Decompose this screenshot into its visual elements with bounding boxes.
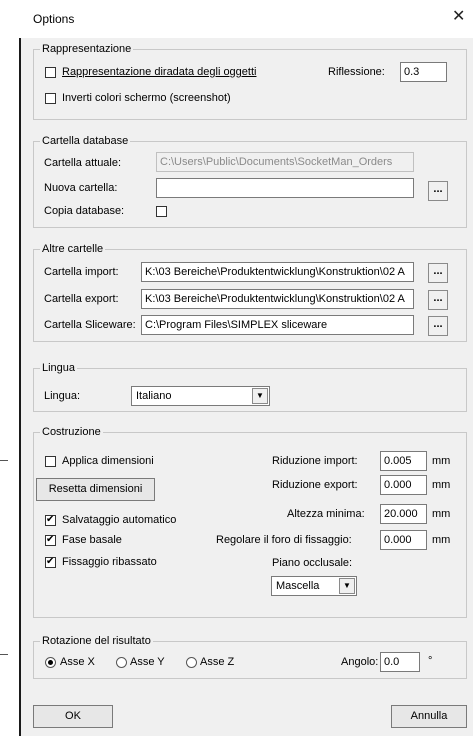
edge-tick <box>0 654 8 655</box>
riduzione-import-input[interactable]: 0.005 <box>380 451 427 471</box>
browse-import-button[interactable]: ... <box>428 263 448 283</box>
applica-dimensioni-label: Applica dimensioni <box>62 455 154 467</box>
group-legend: Cartella database <box>40 135 131 148</box>
unit-mm: mm <box>432 479 451 491</box>
ok-button[interactable]: OK <box>33 705 113 728</box>
fase-basale-label: Fase basale <box>62 534 122 546</box>
checkbox-inverti-colori[interactable] <box>45 93 56 104</box>
group-legend: Lingua <box>40 362 78 375</box>
radio-asse-x[interactable] <box>45 657 56 668</box>
riduzione-export-input[interactable]: 0.000 <box>380 475 427 495</box>
checkbox-applica-dimensioni[interactable] <box>45 456 56 467</box>
checkbox-fase-basale[interactable] <box>45 534 56 546</box>
group-rappresentazione: Rappresentazione <box>33 43 467 120</box>
checkbox-label-diradata: Rappresentazione diradata degli oggetti <box>62 66 257 78</box>
resetta-dimensioni-button[interactable]: Resetta dimensioni <box>36 478 155 501</box>
checkbox-copia-database[interactable] <box>156 206 167 217</box>
piano-occlusale-select[interactable]: Mascella ▼ <box>271 576 357 596</box>
lingua-select[interactable]: Italiano ▼ <box>131 386 270 406</box>
unit-mm: mm <box>432 534 451 546</box>
foro-fissaggio-input[interactable]: 0.000 <box>380 530 427 550</box>
cartella-attuale-label: Cartella attuale: <box>44 157 122 169</box>
window-title: Options <box>33 12 75 26</box>
chevron-down-icon[interactable]: ▼ <box>339 578 355 594</box>
lingua-selected-value: Italiano <box>136 390 172 402</box>
browse-nuova-cartella-button[interactable]: ... <box>428 181 448 201</box>
asse-z-label: Asse Z <box>200 656 235 668</box>
riflessione-label: Riflessione: <box>328 66 385 78</box>
asse-x-label: Asse X <box>60 656 95 668</box>
riduzione-export-label: Riduzione export: <box>272 479 358 491</box>
foro-fissaggio-label: Regolare il foro di fissaggio: <box>216 534 352 546</box>
group-legend: Costruzione <box>40 426 103 439</box>
riduzione-import-label: Riduzione import: <box>272 455 358 467</box>
checkbox-rappresentazione-diradata[interactable] <box>45 67 56 78</box>
fissaggio-label: Fissaggio ribassato <box>62 556 157 568</box>
radio-asse-z[interactable] <box>186 657 197 668</box>
altezza-minima-input[interactable]: 20.000 <box>380 504 427 524</box>
group-legend: Rappresentazione <box>40 43 134 56</box>
salvataggio-label: Salvataggio automatico <box>62 514 177 526</box>
riflessione-input[interactable]: 0.3 <box>400 62 447 82</box>
browse-export-button[interactable]: ... <box>428 290 448 310</box>
left-border <box>19 38 21 736</box>
cartella-export-label: Cartella export: <box>44 293 119 305</box>
title-bar: Options ✕ <box>0 0 473 38</box>
browse-sliceware-button[interactable]: ... <box>428 316 448 336</box>
group-legend: Altre cartelle <box>40 243 106 256</box>
piano-occlusale-label: Piano occlusale: <box>272 557 353 569</box>
annulla-button[interactable]: Annulla <box>391 705 467 728</box>
chevron-down-icon[interactable]: ▼ <box>252 388 268 404</box>
checkbox-label-inverti: Inverti colori schermo (screenshot) <box>62 92 231 104</box>
checkbox-fissaggio-ribassato[interactable] <box>45 556 56 568</box>
lingua-label: Lingua: <box>44 390 81 402</box>
left-strip <box>0 38 20 736</box>
checkbox-salvataggio-automatico[interactable] <box>45 514 56 526</box>
unit-mm: mm <box>432 455 451 467</box>
piano-selected-value: Mascella <box>276 580 320 592</box>
cartella-import-label: Cartella import: <box>44 266 119 278</box>
cartella-export-input[interactable]: K:\03 Bereiche\Produktentwicklung\Konstr… <box>141 289 414 309</box>
unit-mm: mm <box>432 508 451 520</box>
altezza-minima-label: Altezza minima: <box>287 508 365 520</box>
angolo-unit: ° <box>428 655 433 667</box>
cartella-sliceware-label: Cartella Sliceware: <box>44 319 136 331</box>
nuova-cartella-input[interactable] <box>156 178 414 198</box>
angolo-input[interactable]: 0.0 <box>380 652 420 672</box>
radio-asse-y[interactable] <box>116 657 127 668</box>
edge-tick <box>0 460 8 461</box>
cartella-import-input[interactable]: K:\03 Bereiche\Produktentwicklung\Konstr… <box>141 262 414 282</box>
group-legend: Rotazione del risultato <box>40 635 153 648</box>
cartella-attuale-field: C:\Users\Public\Documents\SocketMan_Orde… <box>156 152 414 172</box>
close-icon[interactable]: ✕ <box>452 9 465 25</box>
asse-y-label: Asse Y <box>130 656 165 668</box>
angolo-label: Angolo: <box>341 656 379 668</box>
copia-database-label: Copia database: <box>44 205 125 217</box>
cartella-sliceware-input[interactable]: C:\Program Files\SIMPLEX sliceware <box>141 315 414 335</box>
nuova-cartella-label: Nuova cartella: <box>44 182 118 194</box>
